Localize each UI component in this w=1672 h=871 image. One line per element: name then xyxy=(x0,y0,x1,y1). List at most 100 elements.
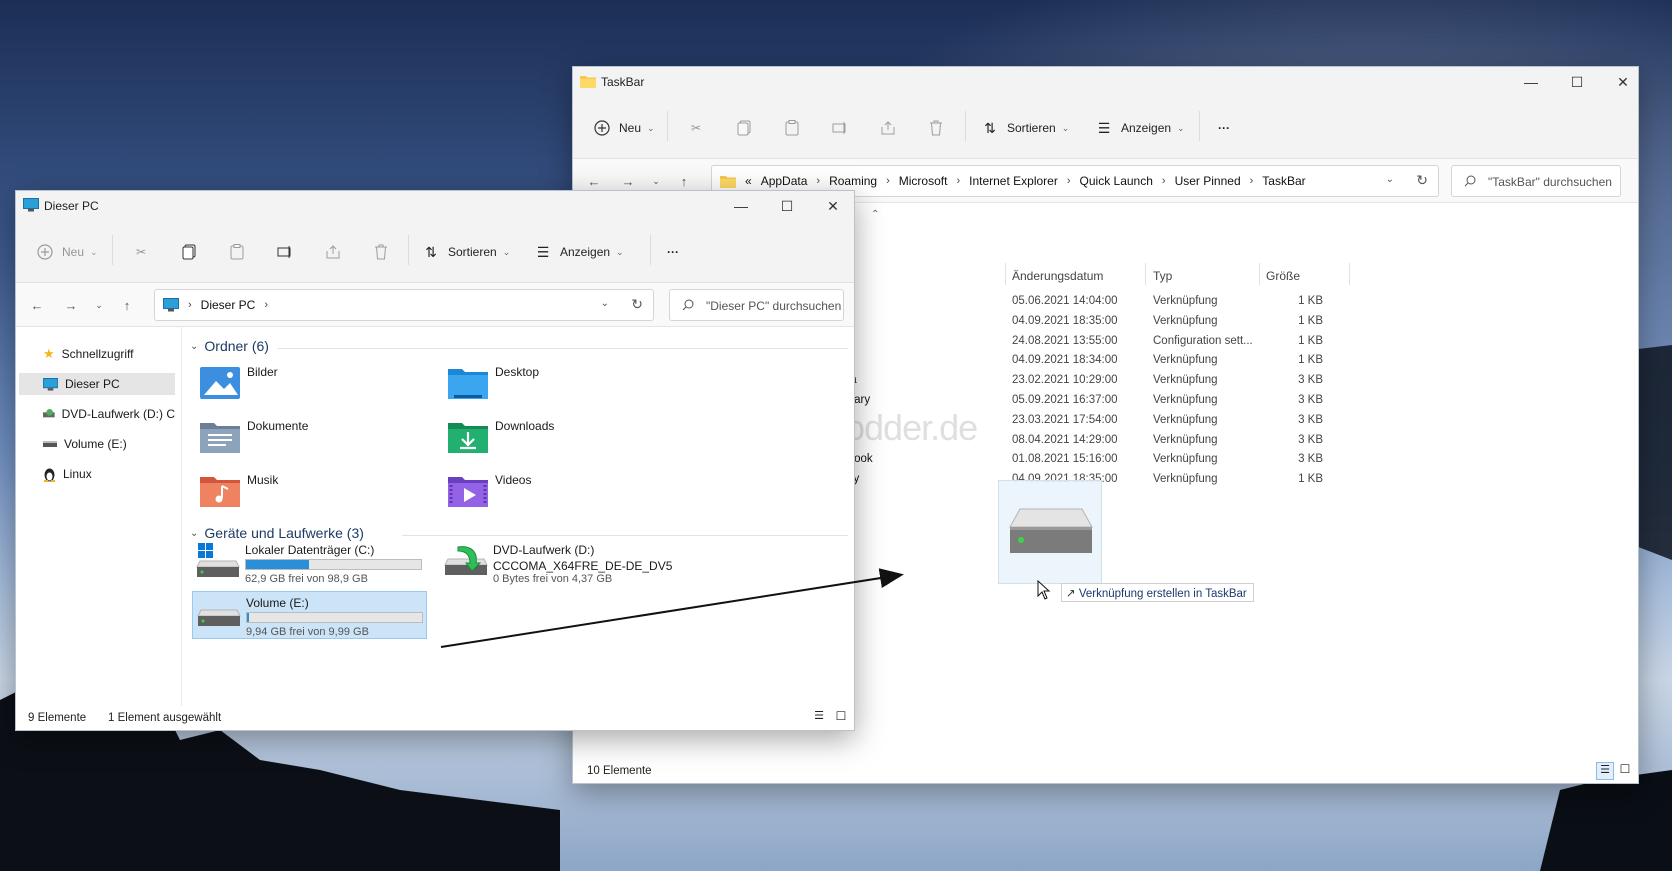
delete-button[interactable] xyxy=(370,241,392,263)
more-button[interactable]: ··· xyxy=(1213,117,1235,139)
minimize-button[interactable]: — xyxy=(1508,67,1554,97)
folder-downloads[interactable]: Downloads xyxy=(440,413,660,461)
new-label: Neu xyxy=(62,245,85,259)
column-header-size[interactable]: Größe xyxy=(1266,269,1300,283)
recent-locations-button[interactable]: ⌄ xyxy=(645,172,667,190)
toolbar-divider xyxy=(112,235,113,265)
address-dropdown-icon[interactable]: ⌄ xyxy=(1386,174,1394,185)
breadcrumb-item[interactable]: User Pinned xyxy=(1175,174,1241,188)
search-box[interactable]: "Dieser PC" durchsuchen xyxy=(669,289,844,321)
sidebar-item-dvd-drive[interactable]: DVD-Laufwerk (D:) C xyxy=(19,403,175,425)
view-button[interactable]: ☰ Anzeigen ⌄ xyxy=(532,241,624,263)
copy-button[interactable] xyxy=(178,241,200,263)
maximize-button[interactable]: ☐ xyxy=(1554,67,1600,97)
breadcrumb-chevron-icon[interactable]: › xyxy=(886,175,890,187)
sidebar-item-this-pc[interactable]: Dieser PC xyxy=(19,373,175,395)
folder-bilder[interactable]: Bilder xyxy=(192,359,412,407)
back-button[interactable]: ← xyxy=(26,296,48,314)
title-bar[interactable]: TaskBar — ☐ ✕ xyxy=(573,67,1638,97)
sidebar-item-quick-access[interactable]: ★ Schnellzugriff xyxy=(19,343,175,365)
details-view-toggle[interactable]: ☰ xyxy=(1596,762,1614,780)
minimize-button[interactable]: — xyxy=(718,191,764,221)
breadcrumb-chevron-icon[interactable]: › xyxy=(956,175,960,187)
title-bar[interactable]: Dieser PC — ☐ ✕ xyxy=(16,191,854,221)
search-icon xyxy=(682,299,694,314)
cut-button[interactable]: ✂ xyxy=(685,117,707,139)
paste-button[interactable] xyxy=(781,117,803,139)
chevron-down-icon: ⌄ xyxy=(190,527,199,539)
share-button[interactable] xyxy=(877,117,899,139)
breadcrumb-chevron-icon[interactable]: › xyxy=(1162,175,1166,187)
view-button[interactable]: ☰ Anzeigen ⌄ xyxy=(1093,117,1185,139)
rename-button[interactable] xyxy=(829,117,851,139)
tiles-view-toggle[interactable]: ☐ xyxy=(832,709,850,727)
drive-c[interactable]: Lokaler Datenträger (C:) 62,9 GB frei vo… xyxy=(192,539,427,587)
sidebar-item-linux[interactable]: Linux xyxy=(19,463,175,485)
breadcrumb-chevron-icon[interactable]: › xyxy=(188,299,192,311)
chevron-down-icon: ⌄ xyxy=(616,246,624,257)
file-type: Verknüpfung xyxy=(1153,413,1218,426)
address-dropdown-icon[interactable]: ⌄ xyxy=(601,298,609,309)
copy-button[interactable] xyxy=(733,117,755,139)
breadcrumb-chevron-icon[interactable]: › xyxy=(1067,175,1071,187)
folder-desktop[interactable]: Desktop xyxy=(440,359,660,407)
sidebar-item-volume-e[interactable]: Volume (E:) xyxy=(19,433,175,455)
drive-d[interactable]: DVD-Laufwerk (D:) CCCOMA_X64FRE_DE-DE_DV… xyxy=(440,539,675,587)
new-button[interactable]: Neu ⌄ xyxy=(34,241,98,263)
paste-button[interactable] xyxy=(226,241,248,263)
breadcrumb-item[interactable]: Dieser PC xyxy=(201,298,256,312)
column-header-type[interactable]: Typ xyxy=(1153,269,1172,283)
sort-button[interactable]: ⇅ Sortieren ⌄ xyxy=(979,117,1069,139)
drive-e[interactable]: Volume (E:) 9,94 GB frei von 9,99 GB xyxy=(192,591,427,639)
view-label: Anzeigen xyxy=(1121,121,1172,135)
window-title: TaskBar xyxy=(601,75,645,89)
folders-section-header[interactable]: ⌄ Ordner (6) xyxy=(190,338,269,354)
file-size: 3 KB xyxy=(1298,453,1323,466)
refresh-icon[interactable]: ↻ xyxy=(1416,172,1428,189)
delete-button[interactable] xyxy=(925,117,947,139)
folder-dokumente[interactable]: Dokumente xyxy=(192,413,412,461)
breadcrumb-chevron-icon[interactable]: › xyxy=(816,175,820,187)
up-button[interactable]: ↑ xyxy=(673,172,695,190)
refresh-icon[interactable]: ↻ xyxy=(631,296,643,313)
breadcrumb-chevron-icon[interactable]: › xyxy=(1250,175,1254,187)
breadcrumb-item[interactable]: AppData xyxy=(761,174,808,188)
details-view-toggle[interactable]: ☰ xyxy=(810,709,828,727)
maximize-button[interactable]: ☐ xyxy=(764,191,810,221)
star-icon: ★ xyxy=(43,346,55,361)
file-date: 04.09.2021 18:34:00 xyxy=(1012,354,1118,367)
share-icon xyxy=(322,241,344,263)
breadcrumb-item[interactable]: TaskBar xyxy=(1262,174,1305,188)
up-button[interactable]: ↑ xyxy=(116,296,138,314)
breadcrumb-overflow[interactable]: « xyxy=(745,174,752,188)
breadcrumb-chevron-icon[interactable]: › xyxy=(264,299,268,311)
breadcrumb-item[interactable]: Roaming xyxy=(829,174,877,188)
back-button[interactable]: ← xyxy=(583,172,605,190)
forward-button[interactable]: → xyxy=(617,172,639,190)
forward-button[interactable]: → xyxy=(60,296,82,314)
more-button[interactable]: ··· xyxy=(662,241,684,263)
cut-button[interactable]: ✂ xyxy=(130,241,152,263)
folder-videos[interactable]: Videos xyxy=(440,467,660,515)
drag-tooltip-text: Verknüpfung erstellen in TaskBar xyxy=(1078,588,1247,600)
share-button[interactable] xyxy=(322,241,344,263)
address-bar[interactable]: › Dieser PC › ⌄ ↻ xyxy=(154,289,654,321)
folder-musik[interactable]: Musik xyxy=(192,467,412,515)
search-box[interactable]: "TaskBar" durchsuchen xyxy=(1451,165,1621,197)
recent-locations-button[interactable]: ⌄ xyxy=(88,296,110,314)
breadcrumb-item[interactable]: Microsoft xyxy=(899,174,948,188)
column-divider xyxy=(1145,263,1146,285)
sort-button[interactable]: ⇅ Sortieren ⌄ xyxy=(420,241,510,263)
videos-folder-icon xyxy=(448,477,488,507)
breadcrumb-item[interactable]: Internet Explorer xyxy=(969,174,1058,188)
drive-usage-bar xyxy=(245,559,422,570)
new-label: Neu xyxy=(619,121,642,135)
breadcrumb-item[interactable]: Quick Launch xyxy=(1080,174,1153,188)
tiles-view-toggle[interactable]: ☐ xyxy=(1616,762,1634,780)
close-button[interactable]: ✕ xyxy=(1600,67,1646,97)
rename-button[interactable] xyxy=(274,241,296,263)
new-button[interactable]: Neu ⌄ xyxy=(591,117,655,139)
column-header-date[interactable]: Änderungsdatum xyxy=(1012,269,1103,283)
close-button[interactable]: ✕ xyxy=(810,191,856,221)
file-size: 3 KB xyxy=(1298,413,1323,426)
